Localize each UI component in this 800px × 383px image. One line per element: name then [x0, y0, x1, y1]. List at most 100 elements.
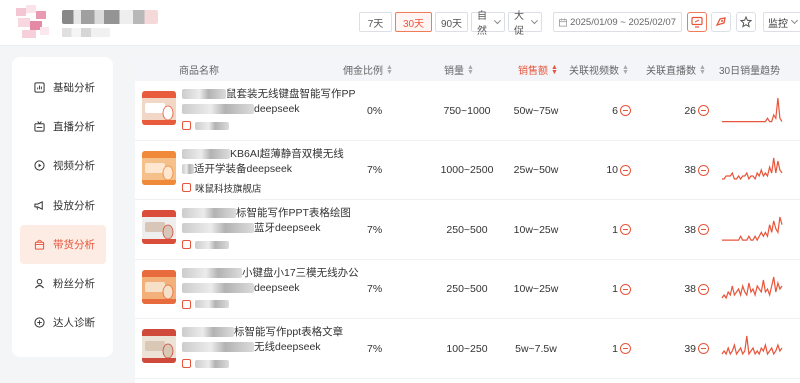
column-header-sales[interactable]: 销量 ▲ ▼ — [444, 58, 474, 81]
video-count-cell[interactable]: 1 — [595, 260, 631, 319]
live-count-cell[interactable]: 38 — [669, 260, 709, 319]
date-range-picker[interactable]: 2025/01/09 ~ 2025/02/07 — [553, 12, 682, 32]
diagnose-icon — [34, 317, 45, 328]
video-count-cell[interactable]: 1 — [595, 200, 631, 259]
calendar-icon — [559, 17, 568, 27]
sidebar-item-basic-analysis[interactable]: 基础分析 — [12, 68, 113, 107]
video-count-cell[interactable]: 6 — [595, 81, 631, 140]
monitor-button[interactable]: 监控 — [763, 12, 800, 32]
more-icon — [620, 283, 631, 295]
sidebar-item-fans-analysis[interactable]: 粉丝分析 — [12, 264, 113, 303]
shop-line[interactable] — [182, 299, 229, 309]
table-row[interactable]: 小键盘小17三模无线办公 deepseek 7% 250~500 10w~25w… — [135, 260, 800, 319]
live-icon — [34, 121, 45, 132]
sales-cell: 250~500 — [446, 223, 488, 236]
video-count: 10 — [606, 164, 618, 176]
live-count: 38 — [684, 164, 696, 176]
screen-button[interactable] — [687, 12, 707, 32]
product-name-line1: 鼠套装无线键盘智能写作PP — [226, 88, 356, 100]
shop-name-blurred — [195, 300, 229, 308]
table-row[interactable]: KB6AI超薄静音双模无线 适开学装备deepseek 咪鼠科技旗舰店 7% 1… — [135, 141, 800, 200]
shop-name-blurred — [195, 359, 229, 368]
product-name[interactable]: KB6AI超薄静音双模无线 适开学装备deepseek — [182, 147, 382, 177]
product-thumbnail[interactable] — [142, 210, 176, 244]
product-name[interactable]: 标智能写作PPT表格绘图 蓝牙deepseek — [182, 206, 382, 236]
product-thumbnail[interactable] — [142, 269, 176, 304]
live-count-cell[interactable]: 38 — [669, 141, 709, 200]
column-header-label: 销量 — [444, 66, 464, 77]
sidebar: 基础分析 直播分析 视频分析 投放分析 带货分析 粉丝分析 达人诊断 — [12, 57, 113, 357]
live-count-cell[interactable]: 38 — [669, 200, 709, 259]
megaphone-icon — [34, 200, 43, 210]
table-row[interactable]: 标智能写作PPT表格绘图 蓝牙deepseek 7% 250~500 10w~2… — [135, 200, 800, 260]
product-thumbnail[interactable] — [142, 150, 176, 185]
brand-action-button[interactable] — [711, 12, 731, 32]
video-count-cell[interactable]: 10 — [595, 141, 631, 200]
favorite-button[interactable] — [736, 12, 756, 32]
video-count: 1 — [612, 223, 618, 236]
sidebar-item-label: 基础分析 — [53, 82, 95, 95]
product-name-line2: deepseek — [254, 103, 300, 115]
sidebar-item-label: 直播分析 — [53, 121, 95, 134]
sales-cell: 750~1000 — [443, 104, 491, 117]
table-row[interactable]: 标智能写作ppt表格文章 无线deepseek 7% 100~250 5w~7.… — [135, 319, 800, 379]
account-sub-blurred — [62, 28, 110, 37]
sidebar-item-live-analysis[interactable]: 直播分析 — [12, 107, 113, 146]
revenue-cell: 50w~75w — [513, 104, 559, 117]
shop-logo-icon — [182, 359, 191, 368]
range-30-days-button[interactable]: 30天 — [395, 12, 432, 32]
table-header: 商品名称 佣金比例 ▲ ▼ 销量 ▲ ▼ 销售额 ▲ ▼ 关联视频数 ▲ ▼ 关联直播数 ▲ ▼ 3… — [135, 58, 800, 81]
table-row[interactable]: 鼠套装无线键盘智能写作PP deepseek 0% 750~1000 50w~7… — [135, 81, 800, 141]
more-icon — [698, 105, 709, 116]
range-90-days-button[interactable]: 90天 — [435, 12, 468, 32]
trend-line — [722, 216, 783, 242]
sidebar-item-ad-analysis[interactable]: 投放分析 — [12, 186, 113, 225]
trend-line — [722, 97, 783, 123]
commission-cell: 0% — [367, 104, 383, 117]
live-count: 38 — [684, 223, 696, 236]
shop-line[interactable]: 咪鼠科技旗舰店 — [182, 181, 262, 195]
live-count-cell[interactable]: 39 — [669, 319, 709, 378]
sidebar-item-label: 视频分析 — [53, 160, 95, 173]
trend-sparkline — [722, 97, 783, 123]
live-count-cell[interactable]: 26 — [669, 81, 709, 140]
promo-select[interactable]: 大促 — [508, 11, 542, 37]
column-header-video-count[interactable]: 关联视频数 ▲ ▼ — [569, 58, 629, 81]
column-header-live-count[interactable]: 关联直播数 ▲ ▼ — [646, 58, 706, 81]
natural-select[interactable]: 自然 — [471, 11, 505, 37]
sidebar-item-sales-analysis[interactable]: 带货分析 — [20, 224, 106, 264]
more-icon — [698, 283, 709, 295]
shop-line[interactable] — [182, 359, 229, 368]
shop-line[interactable] — [182, 121, 229, 130]
trend-sparkline — [721, 335, 783, 356]
shop-line[interactable] — [182, 240, 229, 249]
product-thumbnail[interactable] — [142, 329, 176, 363]
column-header-revenue[interactable]: 销售额 ▲ ▼ — [518, 58, 558, 81]
video-count-cell[interactable]: 1 — [595, 319, 631, 378]
play-icon — [34, 160, 45, 172]
product-thumbnail[interactable] — [142, 91, 176, 125]
commission-cell: 7% — [367, 223, 383, 236]
sidebar-item-video-analysis[interactable]: 视频分析 — [12, 146, 113, 185]
sidebar-item-influencer-diagnosis[interactable]: 达人诊断 — [12, 303, 113, 342]
product-name[interactable]: 小键盘小17三模无线办公 deepseek — [182, 266, 382, 296]
live-count: 26 — [684, 104, 696, 117]
more-icon — [620, 164, 631, 176]
trend-line — [721, 276, 783, 299]
product-name[interactable]: 标智能写作ppt表格文章 无线deepseek — [182, 325, 382, 355]
revenue-cell: 10w~25w — [513, 223, 559, 236]
brand-logo-icon — [16, 5, 49, 38]
range-7-days-button[interactable]: 7天 — [359, 12, 392, 32]
commission-cell: 7% — [367, 342, 383, 355]
column-header-commission[interactable]: 佣金比例 ▲ ▼ — [343, 58, 393, 81]
revenue-cell: 25w~50w — [513, 164, 559, 176]
shop-logo-icon — [182, 240, 191, 249]
video-count: 6 — [612, 104, 618, 117]
sidebar-item-label: 投放分析 — [53, 199, 95, 212]
monitor-icon — [691, 16, 703, 28]
shop-logo-icon — [182, 121, 191, 130]
user-icon — [34, 278, 45, 289]
product-name[interactable]: 鼠套装无线键盘智能写作PP deepseek — [182, 87, 382, 117]
commission-cell: 7% — [367, 283, 383, 295]
more-icon — [698, 164, 709, 176]
